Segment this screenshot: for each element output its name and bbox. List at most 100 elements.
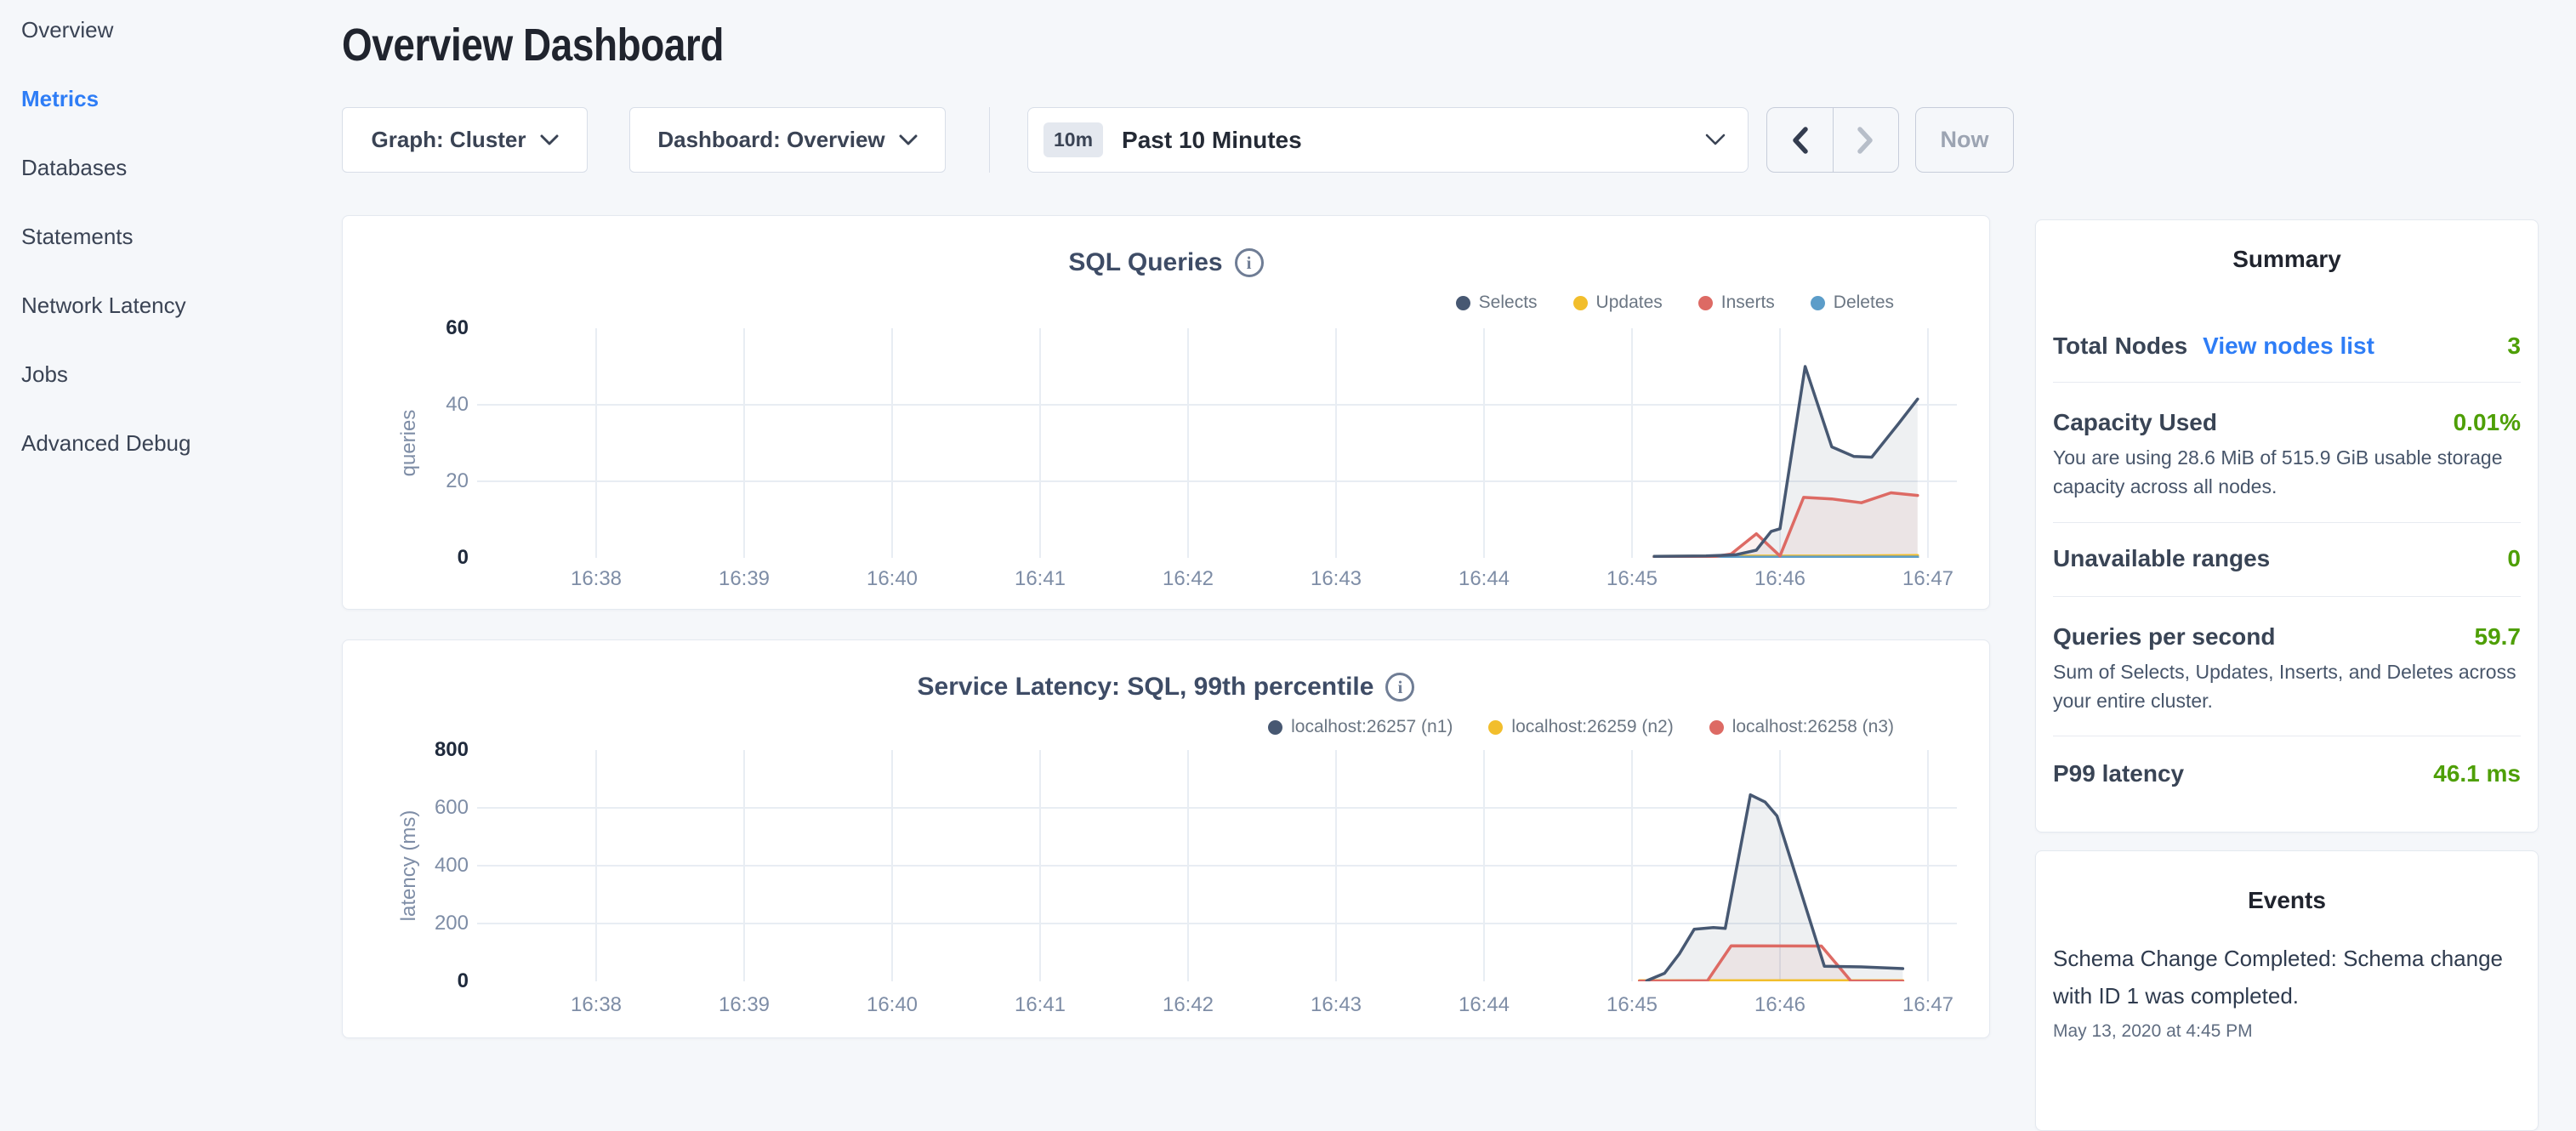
y-axis-tick-label: 20 bbox=[343, 469, 469, 494]
time-range-label: Past 10 Minutes bbox=[1122, 127, 1302, 154]
legend-label: localhost:26259 (n2) bbox=[1511, 717, 1673, 737]
x-axis-tick-label: 16:45 bbox=[1581, 567, 1683, 591]
y-axis-tick-label: 600 bbox=[343, 795, 469, 821]
graph-scope-dropdown[interactable]: Graph: Cluster bbox=[342, 107, 588, 173]
x-axis-tick-label: 16:38 bbox=[545, 567, 647, 591]
summary-description: Sum of Selects, Updates, Inserts, and De… bbox=[2053, 657, 2521, 715]
sql-queries-chart[interactable] bbox=[477, 328, 1957, 558]
legend-dot-icon bbox=[1573, 296, 1588, 310]
x-axis-tick-label: 16:41 bbox=[989, 567, 1091, 591]
time-range-badge: 10m bbox=[1043, 122, 1103, 157]
info-icon[interactable]: i bbox=[1385, 673, 1414, 702]
y-axis-unit-label: queries bbox=[397, 410, 421, 477]
view-nodes-list-link[interactable]: View nodes list bbox=[2203, 332, 2374, 360]
chevron-down-icon bbox=[899, 134, 918, 146]
sidebar-item-statements[interactable]: Statements bbox=[21, 224, 327, 249]
sidebar-item-overview[interactable]: Overview bbox=[21, 17, 327, 43]
time-step-controls bbox=[1766, 107, 1899, 173]
legend-item: localhost:26258 (n3) bbox=[1709, 717, 1894, 737]
summary-title: Summary bbox=[2036, 246, 2538, 273]
chart-title: Service Latency: SQL, 99th percentile bbox=[918, 673, 1374, 702]
service-latency-chart[interactable] bbox=[477, 750, 1957, 981]
legend-dot-icon bbox=[1268, 720, 1282, 735]
x-axis-tick-label: 16:46 bbox=[1729, 567, 1831, 591]
x-axis-tick-label: 16:43 bbox=[1285, 567, 1387, 591]
summary-panel: Summary Total Nodes View nodes list 3 Ca… bbox=[2035, 219, 2539, 833]
x-axis-tick-label: 16:44 bbox=[1433, 993, 1535, 1017]
summary-value: 46.1 ms bbox=[2433, 760, 2521, 787]
summary-row-unavailable-ranges: Unavailable ranges 0 bbox=[2053, 545, 2521, 572]
summary-label: P99 latency bbox=[2053, 760, 2184, 787]
chart-header: Service Latency: SQL, 99th percentile i bbox=[343, 673, 1989, 702]
sidebar-item-databases[interactable]: Databases bbox=[21, 155, 327, 180]
chart-header: SQL Queries i bbox=[343, 248, 1989, 277]
metrics-page: { "sidebar": { "items": [ {"label": "Ove… bbox=[0, 0, 2576, 1051]
summary-value: 0 bbox=[2507, 545, 2521, 572]
chevron-right-icon bbox=[1855, 125, 1877, 156]
legend-label: Inserts bbox=[1721, 293, 1775, 313]
legend-dot-icon bbox=[1488, 720, 1503, 735]
time-range-dropdown[interactable]: 10m Past 10 Minutes bbox=[1027, 107, 1749, 173]
legend-dot-icon bbox=[1456, 296, 1470, 310]
legend-label: localhost:26258 (n3) bbox=[1732, 717, 1894, 737]
x-axis-tick-label: 16:47 bbox=[1877, 993, 1979, 1017]
legend-item: Updates bbox=[1573, 293, 1663, 313]
chevron-down-icon bbox=[540, 134, 559, 146]
legend-label: Deletes bbox=[1834, 293, 1894, 313]
chevron-down-icon bbox=[1705, 134, 1726, 146]
event-timestamp: May 13, 2020 at 4:45 PM bbox=[2053, 1021, 2521, 1042]
series-area bbox=[1654, 367, 1918, 558]
summary-value: 59.7 bbox=[2475, 623, 2522, 651]
event-item[interactable]: Schema Change Completed: Schema change w… bbox=[2053, 940, 2521, 1042]
sidebar-item-network-latency[interactable]: Network Latency bbox=[21, 293, 327, 318]
y-axis-tick-label: 40 bbox=[343, 392, 469, 418]
summary-row-capacity: Capacity Used 0.01% bbox=[2053, 409, 2521, 436]
dashboard-dropdown[interactable]: Dashboard: Overview bbox=[629, 107, 946, 173]
info-icon[interactable]: i bbox=[1235, 248, 1264, 277]
sidebar-item-jobs[interactable]: Jobs bbox=[21, 361, 327, 387]
sidebar-item-advanced-debug[interactable]: Advanced Debug bbox=[21, 430, 327, 456]
summary-label: Unavailable ranges bbox=[2053, 545, 2270, 572]
now-button[interactable]: Now bbox=[1915, 107, 2014, 173]
x-axis-tick-label: 16:43 bbox=[1285, 993, 1387, 1017]
time-step-back-button[interactable] bbox=[1767, 108, 1833, 172]
series-area bbox=[1646, 795, 1902, 981]
chart-title: SQL Queries bbox=[1068, 248, 1222, 277]
summary-label: Total Nodes bbox=[2053, 332, 2187, 360]
summary-description: You are using 28.6 MiB of 515.9 GiB usab… bbox=[2053, 443, 2521, 501]
legend-dot-icon bbox=[1709, 720, 1724, 735]
x-axis-tick-label: 16:39 bbox=[693, 567, 795, 591]
y-axis-tick-label: 200 bbox=[343, 911, 469, 936]
chart-legend: Selects Updates Inserts Deletes bbox=[1456, 293, 1894, 313]
x-axis-tick-label: 16:42 bbox=[1137, 567, 1239, 591]
legend-dot-icon bbox=[1811, 296, 1825, 310]
events-panel: Events Schema Change Completed: Schema c… bbox=[2035, 850, 2539, 1131]
time-step-forward-button[interactable] bbox=[1833, 108, 1899, 172]
legend-item: localhost:26257 (n1) bbox=[1268, 717, 1453, 737]
sidebar-item-metrics[interactable]: Metrics bbox=[21, 86, 327, 111]
legend-label: Selects bbox=[1479, 293, 1538, 313]
toolbar-divider bbox=[989, 107, 990, 173]
sql-queries-chart-card: SQL Queries i Selects Updates Inserts Delet… bbox=[342, 215, 1990, 610]
graph-scope-dropdown-label: Graph: Cluster bbox=[371, 127, 526, 153]
summary-row-p99-latency: P99 latency 46.1 ms bbox=[2053, 760, 2521, 787]
sidebar-nav: Overview Metrics Databases Statements Ne… bbox=[21, 17, 327, 499]
divider bbox=[2053, 382, 2521, 383]
y-axis-tick-label: 0 bbox=[343, 969, 469, 994]
legend-label: Updates bbox=[1596, 293, 1663, 313]
x-axis-tick-label: 16:47 bbox=[1877, 567, 1979, 591]
legend-item: Inserts bbox=[1698, 293, 1775, 313]
legend-item: localhost:26259 (n2) bbox=[1488, 717, 1673, 737]
y-axis-tick-label: 400 bbox=[343, 853, 469, 878]
x-axis-tick-label: 16:40 bbox=[841, 993, 943, 1017]
event-text: Schema Change Completed: Schema change w… bbox=[2053, 940, 2521, 1014]
summary-row-total-nodes: Total Nodes View nodes list 3 bbox=[2053, 332, 2521, 360]
page-title: Overview Dashboard bbox=[342, 19, 791, 71]
x-axis-tick-label: 16:40 bbox=[841, 567, 943, 591]
divider bbox=[2053, 596, 2521, 597]
x-axis-tick-label: 16:46 bbox=[1729, 993, 1831, 1017]
summary-row-qps: Queries per second 59.7 bbox=[2053, 623, 2521, 651]
summary-label: Capacity Used bbox=[2053, 409, 2217, 436]
legend-item: Deletes bbox=[1811, 293, 1894, 313]
dashboard-dropdown-label: Dashboard: Overview bbox=[657, 127, 884, 153]
